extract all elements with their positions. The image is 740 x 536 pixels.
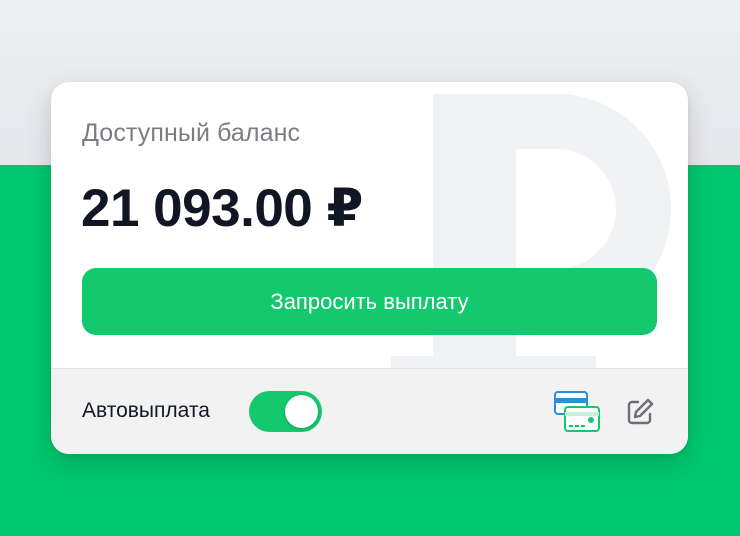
credit-cards-icon[interactable] [553,390,601,434]
balance-section: Доступный баланс 21 093.00 ₽ Запросить в… [51,82,688,368]
request-payout-button[interactable]: Запросить выплату [82,268,657,335]
edit-icon[interactable] [624,396,656,428]
toggle-knob [285,395,318,428]
balance-amount: 21 093.00 ₽ [81,179,363,238]
autopayout-bar: Автовыплата [51,368,688,454]
balance-card: Доступный баланс 21 093.00 ₽ Запросить в… [51,82,688,454]
autopayout-label: Автовыплата [82,399,210,422]
balance-label: Доступный баланс [82,119,301,147]
autopayout-toggle[interactable] [249,391,322,432]
